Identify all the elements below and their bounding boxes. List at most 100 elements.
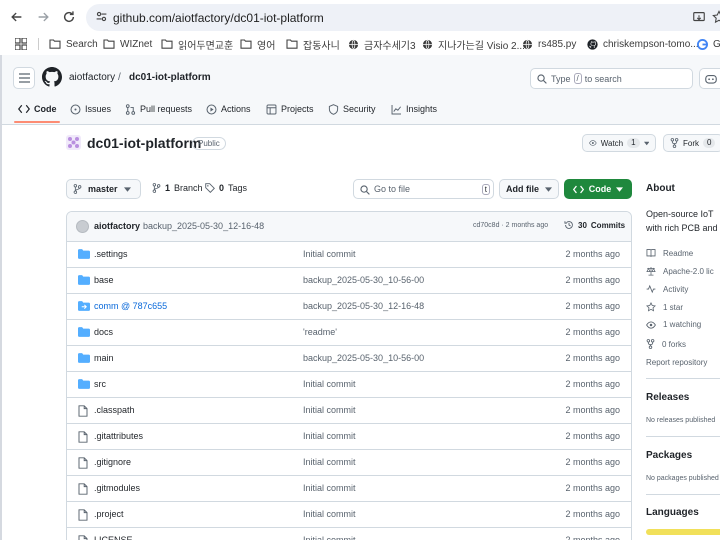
table-row[interactable]: src Initial commit 2 months ago (67, 372, 631, 398)
bookmark-label: 금자수세기3 (364, 40, 416, 52)
go-to-file-input[interactable]: Go to file t (353, 179, 494, 199)
fork-button[interactable]: Fork 0 (663, 134, 720, 152)
file-name[interactable]: src (94, 379, 106, 389)
search-placeholder: Type / to search (551, 73, 622, 84)
file-commit-message[interactable]: Initial commit (303, 509, 356, 519)
folder-icon (78, 379, 90, 389)
watch-button[interactable]: Watch 1 (582, 134, 656, 152)
report-repository-link[interactable]: Report repository (646, 358, 707, 367)
table-row[interactable]: .classpath Initial commit 2 months ago (67, 398, 631, 424)
commit-author[interactable]: aiotfactory (94, 221, 140, 231)
code-button[interactable]: Code (564, 179, 632, 199)
tab-actions[interactable]: Actions (206, 102, 251, 116)
bookmark-item[interactable]: WIZnet (103, 37, 152, 51)
file-name[interactable]: .project (94, 509, 124, 519)
table-row[interactable]: base backup_2025-05-30_10-56-00 2 months a… (67, 268, 631, 294)
table-row[interactable]: .settings Initial commit 2 months ago (67, 242, 631, 268)
file-name[interactable]: .settings (94, 249, 128, 259)
table-row[interactable]: .gitmodules Initial commit 2 months ago (67, 476, 631, 502)
tab-insights[interactable]: Insights (391, 102, 437, 116)
license-link[interactable]: Apache-2.0 lic (646, 266, 714, 276)
tab-code[interactable]: Code (18, 102, 57, 116)
file-name[interactable]: .classpath (94, 405, 135, 415)
url-text[interactable]: github.com/aiotfactory/dc01-iot-platform (113, 11, 324, 25)
commit-meta[interactable]: cd70c8d · 2 months ago (473, 222, 548, 229)
repo-title[interactable]: dc01-iot-platform (87, 135, 201, 151)
back-button[interactable] (8, 8, 26, 26)
bookmark-item[interactable]: 지나가는길 Visio 2... (422, 37, 525, 52)
table-row[interactable]: .gitattributes Initial commit 2 months ago (67, 424, 631, 450)
bookmark-item[interactable]: 잡동사니 (286, 37, 340, 52)
file-name[interactable]: main (94, 353, 114, 363)
breadcrumb-owner[interactable]: aiotfactory (69, 72, 115, 83)
commit-message[interactable]: backup_2025-05-30_12-16-48 (143, 221, 264, 231)
file-name[interactable]: .gitmodules (94, 483, 140, 493)
activity-link[interactable]: Activity (646, 284, 688, 294)
file-commit-message[interactable]: Initial commit (303, 457, 356, 467)
about-title: About (646, 183, 675, 194)
search-input[interactable]: Type / to search (530, 68, 693, 89)
menu-button[interactable] (13, 67, 35, 89)
bookmark-item[interactable]: 읽어두면교훈 (161, 37, 233, 52)
file-name[interactable]: .gitignore (94, 457, 131, 467)
file-name[interactable]: docs (94, 327, 113, 337)
fork-count: 0 (703, 138, 716, 148)
forks-link[interactable]: 0 forks (646, 339, 686, 349)
latest-commit-bar: aiotfactory backup_2025-05-30_12-16-48 c… (67, 212, 631, 242)
file-commit-message[interactable]: Initial commit (303, 405, 356, 415)
file-name[interactable]: base (94, 275, 114, 285)
file-name[interactable]: LICENSE (94, 535, 133, 540)
file-icon (78, 431, 88, 443)
bookmark-item[interactable]: chriskempson-tomo... (587, 37, 699, 51)
tab-security[interactable]: Security (328, 102, 376, 116)
table-row[interactable]: main backup_2025-05-30_10-56-00 2 months a… (67, 346, 631, 372)
bookmark-item[interactable]: rs485.py (522, 37, 576, 51)
breadcrumb-repo[interactable]: dc01-iot-platform (129, 72, 211, 83)
tab-issues[interactable]: Issues (70, 102, 111, 116)
install-app-icon[interactable] (692, 10, 706, 24)
forward-button[interactable] (34, 8, 52, 26)
table-row[interactable]: docs 'readme' 2 months ago (67, 320, 631, 346)
bookmark-item[interactable]: Search (49, 37, 98, 51)
bookmark-star-icon[interactable] (712, 10, 720, 24)
bookmark-item[interactable]: Go (697, 37, 720, 51)
commits-link[interactable]: 30 Commits (564, 220, 625, 230)
copilot-button[interactable] (699, 68, 720, 89)
file-commit-message[interactable]: Initial commit (303, 483, 356, 493)
add-file-button[interactable]: Add file (499, 179, 559, 199)
active-tab-indicator (14, 121, 60, 123)
table-row[interactable]: .project Initial commit 2 months ago (67, 502, 631, 528)
apps-grid-icon[interactable] (15, 38, 27, 50)
file-commit-message[interactable]: Initial commit (303, 379, 356, 389)
branch-selector[interactable]: master (66, 179, 141, 199)
watchers-link[interactable]: 1 watching (646, 320, 701, 329)
readme-link[interactable]: Readme (646, 248, 693, 258)
file-commit-message[interactable]: Initial commit (303, 535, 356, 540)
github-logo-icon[interactable] (42, 67, 62, 87)
reload-button[interactable] (60, 8, 78, 26)
stars-link[interactable]: 1 star (646, 302, 683, 312)
file-commit-message[interactable]: backup_2025-05-30_10-56-00 (303, 353, 424, 363)
file-name[interactable]: .gitattributes (94, 431, 143, 441)
file-commit-message[interactable]: Initial commit (303, 249, 356, 259)
file-icon (78, 405, 88, 417)
table-row[interactable]: .gitignore Initial commit 2 months ago (67, 450, 631, 476)
file-name[interactable]: comm @ 787c655 (94, 301, 167, 311)
file-commit-message[interactable]: Initial commit (303, 431, 356, 441)
packages-title[interactable]: Packages (646, 450, 692, 461)
address-bar[interactable]: github.com/aiotfactory/dc01-iot-platform (86, 4, 720, 31)
bookmark-item[interactable]: 금자수세기3 (348, 37, 416, 52)
avatar[interactable] (76, 220, 89, 233)
tab-pull-requests[interactable]: Pull requests (125, 102, 192, 116)
releases-title[interactable]: Releases (646, 392, 689, 403)
table-row[interactable]: LICENSE Initial commit 2 months ago (67, 528, 631, 540)
tab-projects[interactable]: Projects (266, 102, 314, 116)
table-row[interactable]: comm @ 787c655 backup_2025-05-30_12-16-48… (67, 294, 631, 320)
bookmark-item[interactable]: 영어 (240, 37, 275, 52)
tags-link[interactable]: 0 Tags (205, 183, 247, 193)
file-commit-message[interactable]: backup_2025-05-30_12-16-48 (303, 301, 424, 311)
file-commit-message[interactable]: 'readme' (303, 327, 337, 337)
site-info-icon[interactable] (95, 10, 108, 23)
branches-link[interactable]: 1 Branch (152, 183, 203, 193)
file-commit-message[interactable]: backup_2025-05-30_10-56-00 (303, 275, 424, 285)
